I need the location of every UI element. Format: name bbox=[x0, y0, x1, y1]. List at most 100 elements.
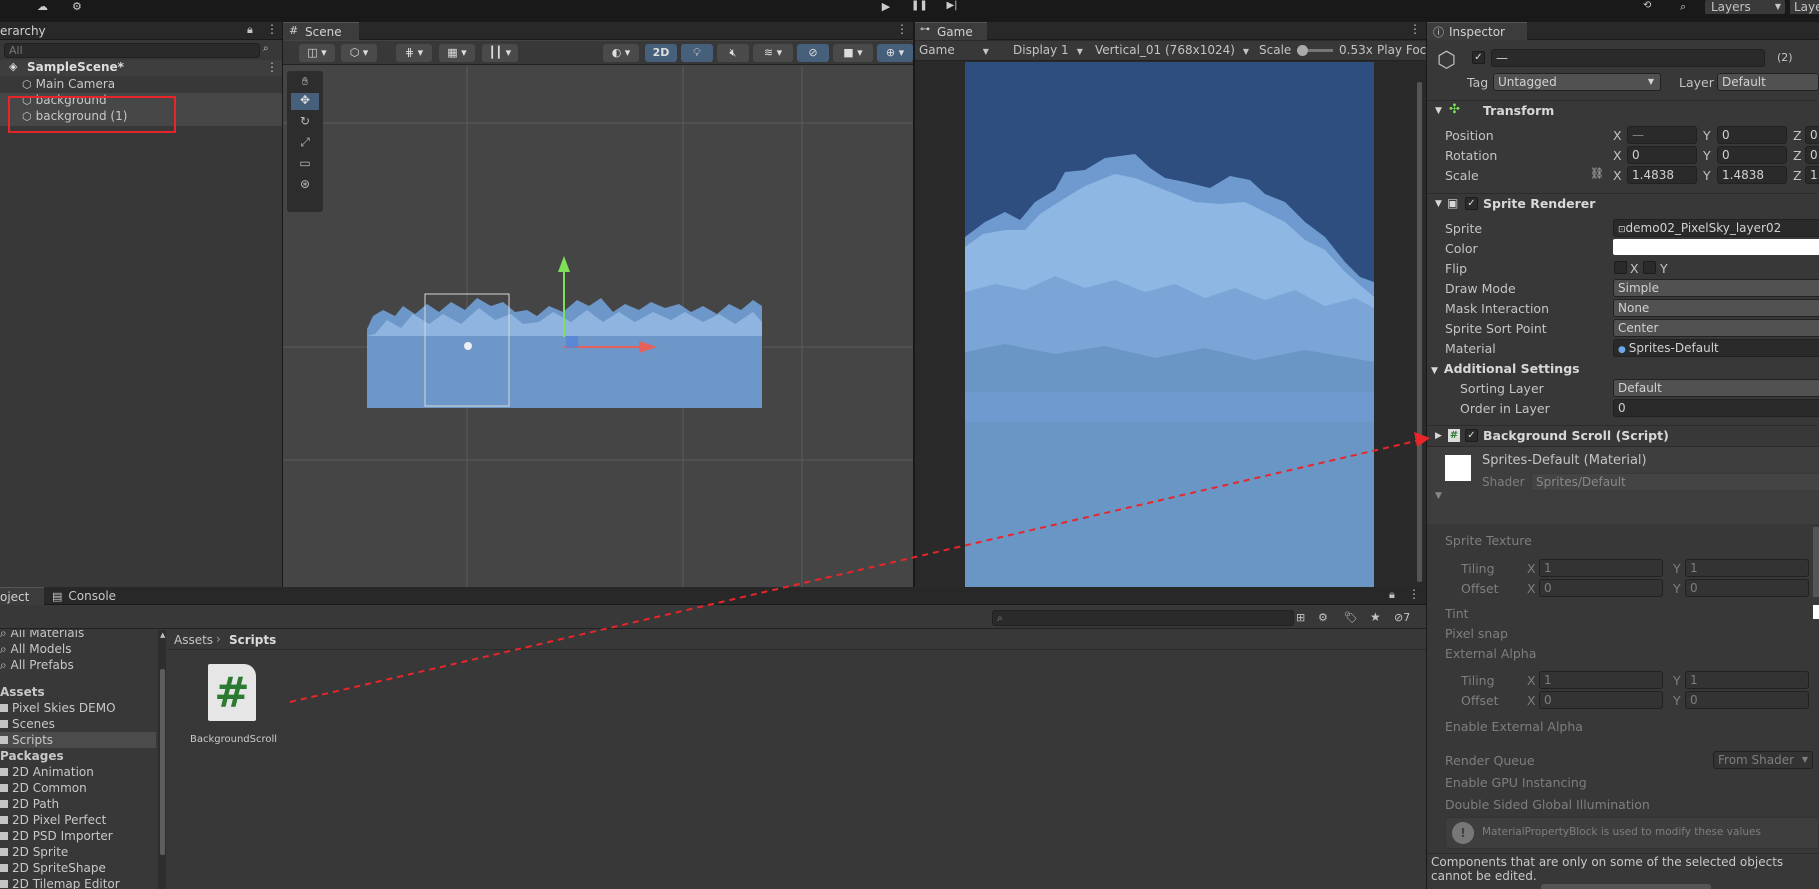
rect-tool-icon[interactable]: ▭ bbox=[291, 156, 319, 173]
mask-interaction-dropdown[interactable]: None bbox=[1613, 299, 1819, 317]
tint-swatch[interactable] bbox=[1813, 605, 1819, 619]
tiling-y-field[interactable]: 1 bbox=[1685, 559, 1809, 577]
tab-inspector[interactable]: ⓘ Inspector bbox=[1427, 22, 1527, 40]
package-item[interactable]: 2D Common bbox=[0, 781, 87, 795]
package-item[interactable]: 2D Path bbox=[0, 797, 59, 811]
package-item[interactable]: 2D Animation bbox=[0, 765, 94, 779]
cloud-icon[interactable]: ☁ bbox=[37, 0, 51, 13]
tab-project[interactable]: oject bbox=[0, 587, 44, 605]
tab-game[interactable]: ⊶ Game bbox=[915, 22, 987, 40]
settings-icon[interactable]: ⚙ bbox=[72, 0, 86, 13]
display-dropdown[interactable]: Display 1 ▼ bbox=[1013, 43, 1083, 57]
ext-tiling-y-field[interactable]: 1 bbox=[1685, 671, 1809, 689]
tiling-x-field[interactable]: 1 bbox=[1539, 559, 1663, 577]
background-scroll-header[interactable]: ▶ # ✓ Background Scroll (Script) bbox=[1427, 425, 1817, 445]
rotate-tool-icon[interactable]: ↻ bbox=[291, 114, 319, 131]
sorting-layer-dropdown[interactable]: Default bbox=[1613, 379, 1819, 397]
project-more-icon[interactable]: ⋮ bbox=[1408, 587, 1420, 601]
scale-tool-icon[interactable]: ⤢ bbox=[291, 135, 319, 152]
transform-tool-icon[interactable]: ⊛ bbox=[291, 177, 319, 194]
sprite-renderer-header[interactable]: ▼ ▣ ✓ Sprite Renderer bbox=[1427, 193, 1817, 213]
ext-offset-y-field[interactable]: 0 bbox=[1685, 691, 1809, 709]
layout-dropdown[interactable]: Layer bbox=[1790, 0, 1819, 14]
hierarchy-search-input[interactable]: All bbox=[4, 43, 260, 58]
lock-icon[interactable]: 🔒︎ bbox=[1389, 588, 1395, 602]
orientation-button[interactable]: ⬡ ▾ bbox=[341, 44, 377, 62]
package-item[interactable]: 2D PSD Importer bbox=[0, 829, 113, 843]
resolution-dropdown[interactable]: Vertical_01 (768x1024) ▼ bbox=[1095, 43, 1249, 57]
package-item[interactable]: 2D Tilemap Editor bbox=[0, 877, 120, 889]
render-queue-dropdown[interactable]: From Shader ▼ bbox=[1713, 751, 1813, 769]
layers-dropdown[interactable]: Layers ▼ bbox=[1705, 0, 1785, 14]
assets-header[interactable]: Assets bbox=[0, 685, 45, 699]
scale-slider-handle[interactable] bbox=[1297, 45, 1308, 56]
scale-z-field[interactable]: 1. bbox=[1805, 166, 1819, 184]
package-item[interactable]: 2D Pixel Perfect bbox=[0, 813, 106, 827]
breadcrumb-scripts[interactable]: Scripts bbox=[229, 633, 276, 647]
search-by-type-icon[interactable]: ⊞ bbox=[1296, 611, 1305, 624]
breadcrumb-assets[interactable]: Assets bbox=[174, 633, 213, 647]
search-icon[interactable]: ⌕ bbox=[1680, 0, 1696, 14]
snap-button[interactable]: ⋕ ▾ bbox=[396, 44, 432, 62]
camera-button[interactable]: ■ ▾ bbox=[833, 44, 873, 62]
shader-dropdown[interactable]: Sprites/Default bbox=[1531, 473, 1819, 491]
rotation-z-field[interactable]: 0 bbox=[1805, 146, 1819, 164]
offset-y-field[interactable]: 0 bbox=[1685, 579, 1809, 597]
ext-offset-x-field[interactable]: 0 bbox=[1539, 691, 1663, 709]
favorite-all-prefabs[interactable]: ⌕ All Prefabs bbox=[0, 658, 74, 673]
script-asset[interactable]: # BackgroundScroll bbox=[190, 664, 277, 756]
folder-pixel-skies-demo[interactable]: Pixel Skies DEMO bbox=[0, 701, 116, 715]
component-enabled-checkbox[interactable]: ✓ bbox=[1465, 197, 1478, 210]
active-checkbox[interactable]: ✓ bbox=[1472, 51, 1485, 64]
layer-dropdown[interactable]: Default bbox=[1717, 73, 1819, 91]
project-search-input[interactable]: ⌕ bbox=[992, 610, 1294, 626]
material-field[interactable]: ● Sprites-Default bbox=[1613, 339, 1819, 357]
lock-icon[interactable]: 🔒︎ bbox=[247, 23, 253, 37]
tab-scene[interactable]: # Scene bbox=[283, 22, 359, 40]
favorite-all-materials[interactable]: ⌕ All Materials bbox=[0, 630, 84, 641]
transform-header[interactable]: ▼ ✣ Transform bbox=[1427, 100, 1817, 120]
game-more-icon[interactable]: ⋮ bbox=[1409, 22, 1421, 36]
history-icon[interactable]: ⟲ bbox=[1643, 0, 1663, 14]
position-x-field[interactable]: — bbox=[1627, 126, 1697, 144]
folder-scripts[interactable]: Scripts bbox=[0, 733, 53, 747]
link-icon[interactable]: ⛓︎ bbox=[1590, 167, 1604, 180]
pause-icon[interactable]: ❚❚ bbox=[911, 0, 928, 14]
folder-scenes[interactable]: Scenes bbox=[0, 717, 55, 731]
gizmos-button[interactable]: ⊕ ▾ bbox=[877, 44, 913, 62]
play-icon[interactable]: ▶ bbox=[878, 0, 894, 14]
order-in-layer-field[interactable]: 0 bbox=[1613, 399, 1819, 417]
favorite-all-models[interactable]: ⌕ All Models bbox=[0, 642, 72, 657]
hidden-packages-icon[interactable]: ⊘7 bbox=[1394, 611, 1410, 624]
hand-tool-icon[interactable]: ✋︎ bbox=[291, 75, 319, 90]
ext-tiling-x-field[interactable]: 1 bbox=[1539, 671, 1663, 689]
search-filter-icon[interactable]: ⌕ bbox=[263, 43, 269, 54]
object-name-field[interactable]: — bbox=[1491, 49, 1765, 67]
offset-x-field[interactable]: 0 bbox=[1539, 579, 1663, 597]
additional-settings-foldout[interactable]: ▼ Additional Settings bbox=[1431, 361, 1580, 376]
grid-snap-button[interactable]: ▦ ▾ bbox=[439, 44, 475, 62]
filter-icon[interactable]: ⚙ bbox=[1318, 611, 1328, 624]
color-swatch[interactable] bbox=[1613, 239, 1819, 255]
scene-more-icon[interactable]: ⋮ bbox=[896, 22, 908, 36]
package-item[interactable]: 2D SpriteShape bbox=[0, 861, 106, 875]
position-y-field[interactable]: 0 bbox=[1717, 126, 1787, 144]
label-icon[interactable]: 🏷︎ bbox=[1344, 611, 1358, 624]
more-icon[interactable]: ⋮ bbox=[266, 22, 278, 36]
play-focus-dropdown[interactable]: Play Foc bbox=[1377, 43, 1426, 57]
increment-snap-button[interactable]: ┃┃ ▾ bbox=[482, 44, 518, 62]
scene-more-icon[interactable]: ⋮ bbox=[266, 60, 278, 74]
scene-row[interactable]: ◈ SampleScene* ⋮ bbox=[0, 60, 282, 76]
hierarchy-item-main-camera[interactable]: ⬡ Main Camera bbox=[22, 77, 115, 91]
hidden-objects-icon[interactable]: ⊘ bbox=[797, 44, 829, 62]
flip-x-checkbox[interactable] bbox=[1614, 261, 1627, 274]
lighting-icon[interactable]: 💡︎ bbox=[681, 44, 713, 62]
tab-console[interactable]: ▤ Console bbox=[52, 589, 116, 603]
scale-y-field[interactable]: 1.4838 bbox=[1717, 166, 1787, 184]
game-mode-dropdown[interactable]: Game ▼ bbox=[919, 43, 989, 57]
rotation-x-field[interactable]: 0 bbox=[1627, 146, 1697, 164]
move-tool-icon[interactable]: ✥ bbox=[291, 93, 319, 110]
sprite-sort-point-dropdown[interactable]: Center bbox=[1613, 319, 1819, 337]
audio-icon[interactable]: 🔇︎ bbox=[717, 44, 749, 62]
texture-slot[interactable] bbox=[1813, 527, 1819, 597]
